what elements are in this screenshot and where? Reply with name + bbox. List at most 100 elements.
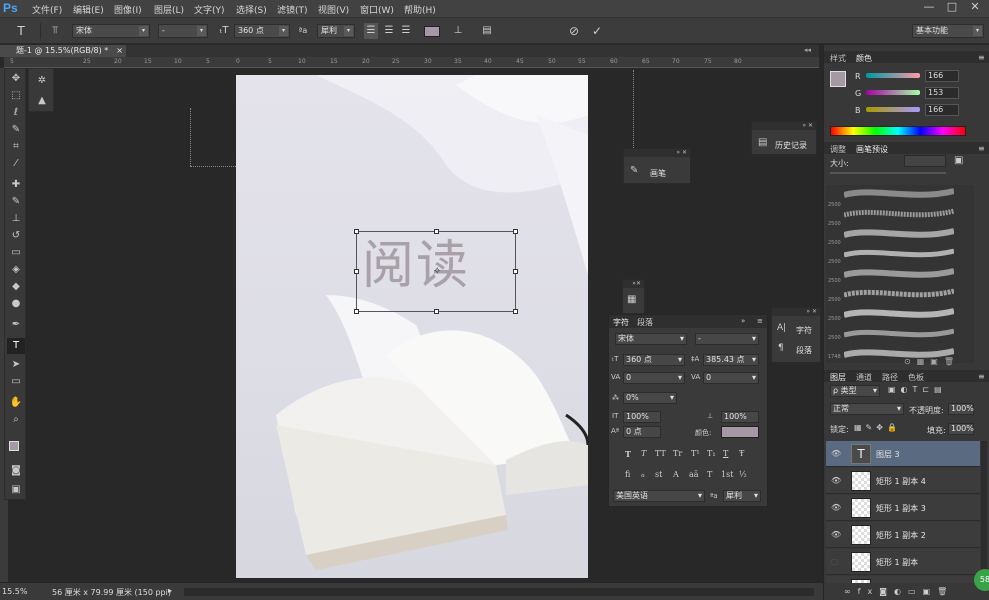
type-tool-icon[interactable]: T <box>7 338 25 354</box>
brush-tool-icon[interactable]: ✎ <box>7 194 25 210</box>
char-font-style-select[interactable]: - ▾ <box>695 333 759 345</box>
all-caps-button[interactable]: TT <box>655 449 666 458</box>
visibility-eye-icon[interactable]: 👁 <box>831 530 841 539</box>
blue-slider[interactable] <box>866 107 920 112</box>
visibility-off-icon[interactable]: ▢ <box>831 557 841 566</box>
expand-icon[interactable]: » <box>741 317 745 325</box>
layer-row[interactable]: 👁 矩形 1 副本 4 <box>826 468 980 494</box>
faux-italic-button[interactable]: T <box>641 449 646 458</box>
brush-panel-label[interactable]: 画笔 <box>650 168 666 179</box>
text-color-swatch[interactable] <box>424 26 440 37</box>
blur-tool-icon[interactable]: ◆ <box>7 279 25 295</box>
layer-row[interactable]: 👁 <box>826 576 980 583</box>
layer-row[interactable]: 👁 T 图层 3 <box>826 441 980 467</box>
small-caps-button[interactable]: Tr <box>673 449 682 458</box>
glyphs-icon[interactable]: ▦ <box>627 294 636 305</box>
layer-name[interactable]: 矩形 1 副本 <box>876 557 918 568</box>
strikethrough-button[interactable]: Ŧ <box>739 449 744 458</box>
collapse-icon[interactable]: ◂◂ <box>804 46 811 54</box>
layer-row[interactable]: ▢ 矩形 1 副本 <box>826 549 980 575</box>
toggle-panels-icon[interactable]: ▤ <box>480 23 494 39</box>
brush-icon[interactable]: ✎ <box>630 165 638 176</box>
char-baseline-field[interactable]: 0 点 <box>623 426 661 438</box>
char-vscale-field[interactable]: 100% <box>623 411 661 423</box>
gear-icon[interactable]: ✲ <box>33 73 51 89</box>
visibility-eye-icon[interactable]: 👁 <box>831 476 841 485</box>
blend-mode-select[interactable]: 正常 ▾ <box>830 403 904 415</box>
layer-kind-filter[interactable]: ρ 类型 ▾ <box>830 385 880 397</box>
tab-paragraph[interactable]: 段落 <box>637 317 653 328</box>
lock-icons[interactable]: ▦✎✥🔒 <box>854 423 901 432</box>
menu-view[interactable]: 视图(V) <box>318 3 349 16</box>
tab-color[interactable]: 颜色 <box>856 53 872 64</box>
minimize-button[interactable]: — <box>918 0 940 16</box>
tab-channels[interactable]: 通道 <box>856 372 872 383</box>
brush-panel-footer-icons[interactable]: ⊙▦▣🗑 <box>904 357 960 366</box>
menu-layer[interactable]: 图层(L) <box>154 3 184 16</box>
layer-footer-icons[interactable]: ∞fx◙◐▭▣🗑 <box>844 587 954 596</box>
layers-scrollbar[interactable] <box>981 441 987 583</box>
horizontal-scrollbar[interactable] <box>184 588 814 596</box>
brush-size-field[interactable] <box>904 155 946 167</box>
stylistic-alternate-button[interactable]: A <box>673 470 679 479</box>
char-leading-field[interactable]: 385.43 点 ▾ <box>703 354 759 366</box>
tab-character[interactable]: 字符 <box>613 317 629 328</box>
eraser-tool-icon[interactable]: ▭ <box>7 245 25 261</box>
pen-tool-icon[interactable]: ✒ <box>7 317 25 333</box>
layer-name[interactable]: 矩形 1 副本 2 <box>876 530 926 541</box>
fill-field[interactable]: 100% <box>948 423 974 435</box>
history-panel-label[interactable]: 历史记录 <box>775 140 807 151</box>
history-brush-tool-icon[interactable]: ↺ <box>7 228 25 244</box>
close-window-button[interactable]: ✕ <box>964 0 986 16</box>
panel-menu-icon[interactable]: ≡ <box>978 53 985 62</box>
paint-bucket-tool-icon[interactable]: ◈ <box>7 262 25 278</box>
expand-arrow-icon[interactable]: ▸ <box>168 586 172 595</box>
quick-select-tool-icon[interactable]: ✎ <box>7 122 25 138</box>
workspace-select[interactable]: 基本功能 ▾ <box>912 24 984 38</box>
layer-filter-icons[interactable]: ▣◐T⊏▤ <box>888 385 947 394</box>
tab-adjustments[interactable]: 调整 <box>830 144 846 155</box>
ornament-button[interactable]: T <box>707 470 712 479</box>
foreground-color-swatch[interactable] <box>9 441 19 451</box>
blue-value-field[interactable]: 166 <box>925 104 959 116</box>
clone-stamp-tool-icon[interactable]: ⊥ <box>7 211 25 227</box>
panel-menu-icon[interactable]: ≡ <box>978 372 985 381</box>
layer-name[interactable]: 图层 3 <box>876 449 900 460</box>
eyedropper-tool-icon[interactable]: ⁄ <box>7 156 25 172</box>
font-family-select[interactable]: 宋体 ▾ <box>72 24 150 38</box>
menu-help[interactable]: 帮助(H) <box>404 3 436 16</box>
panel-menu-icon[interactable]: ≡ <box>978 144 985 153</box>
panel-menu-icon[interactable]: ≡ <box>757 317 763 325</box>
char-tracking-field[interactable]: 0 ▾ <box>703 372 759 384</box>
resize-handle[interactable] <box>354 309 359 314</box>
char-scale-field[interactable]: 0% ▾ <box>623 392 677 404</box>
subscript-button[interactable]: T₁ <box>707 449 716 458</box>
underline-button[interactable]: T <box>723 449 728 458</box>
font-style-select[interactable]: - ▾ <box>158 24 208 38</box>
screen-mode-icon[interactable]: ▣ <box>7 482 25 498</box>
type-tool-preset-icon[interactable]: T <box>14 23 28 39</box>
layer-name[interactable]: 矩形 1 副本 4 <box>876 476 926 487</box>
char-hscale-field[interactable]: 100% <box>721 411 759 423</box>
visibility-eye-icon[interactable]: 👁 <box>831 449 841 458</box>
hand-tool-icon[interactable]: ✋ <box>7 395 25 411</box>
char-antialias-select[interactable]: 犀利 ▾ <box>723 490 761 502</box>
menu-edit[interactable]: 编辑(E) <box>73 3 104 16</box>
path-select-tool-icon[interactable]: ➤ <box>7 357 25 373</box>
faux-bold-button[interactable]: T <box>625 449 631 459</box>
menu-window[interactable]: 窗口(W) <box>360 3 394 16</box>
move-tool-icon[interactable]: ✥ <box>7 71 25 87</box>
char-font-family-select[interactable]: 宋体 ▾ <box>615 333 687 345</box>
dodge-tool-icon[interactable]: ● <box>7 296 25 312</box>
superscript-button[interactable]: T¹ <box>691 449 700 458</box>
char-kerning-field[interactable]: 0 ▾ <box>623 372 685 384</box>
visibility-eye-icon[interactable]: 👁 <box>831 503 841 512</box>
antialias-select[interactable]: 犀利 ▾ <box>317 24 355 38</box>
language-select[interactable]: 美国英语 ▾ <box>613 490 705 502</box>
swash-button[interactable]: st <box>655 470 662 479</box>
titling-alternate-button[interactable]: aā <box>689 470 699 479</box>
tab-brush-presets[interactable]: 画笔预设 <box>856 144 888 155</box>
status-badge[interactable]: 58 <box>974 569 989 591</box>
crop-tool-icon[interactable]: ⌗ <box>7 139 25 155</box>
new-brush-icon[interactable]: ▣ <box>954 155 963 166</box>
